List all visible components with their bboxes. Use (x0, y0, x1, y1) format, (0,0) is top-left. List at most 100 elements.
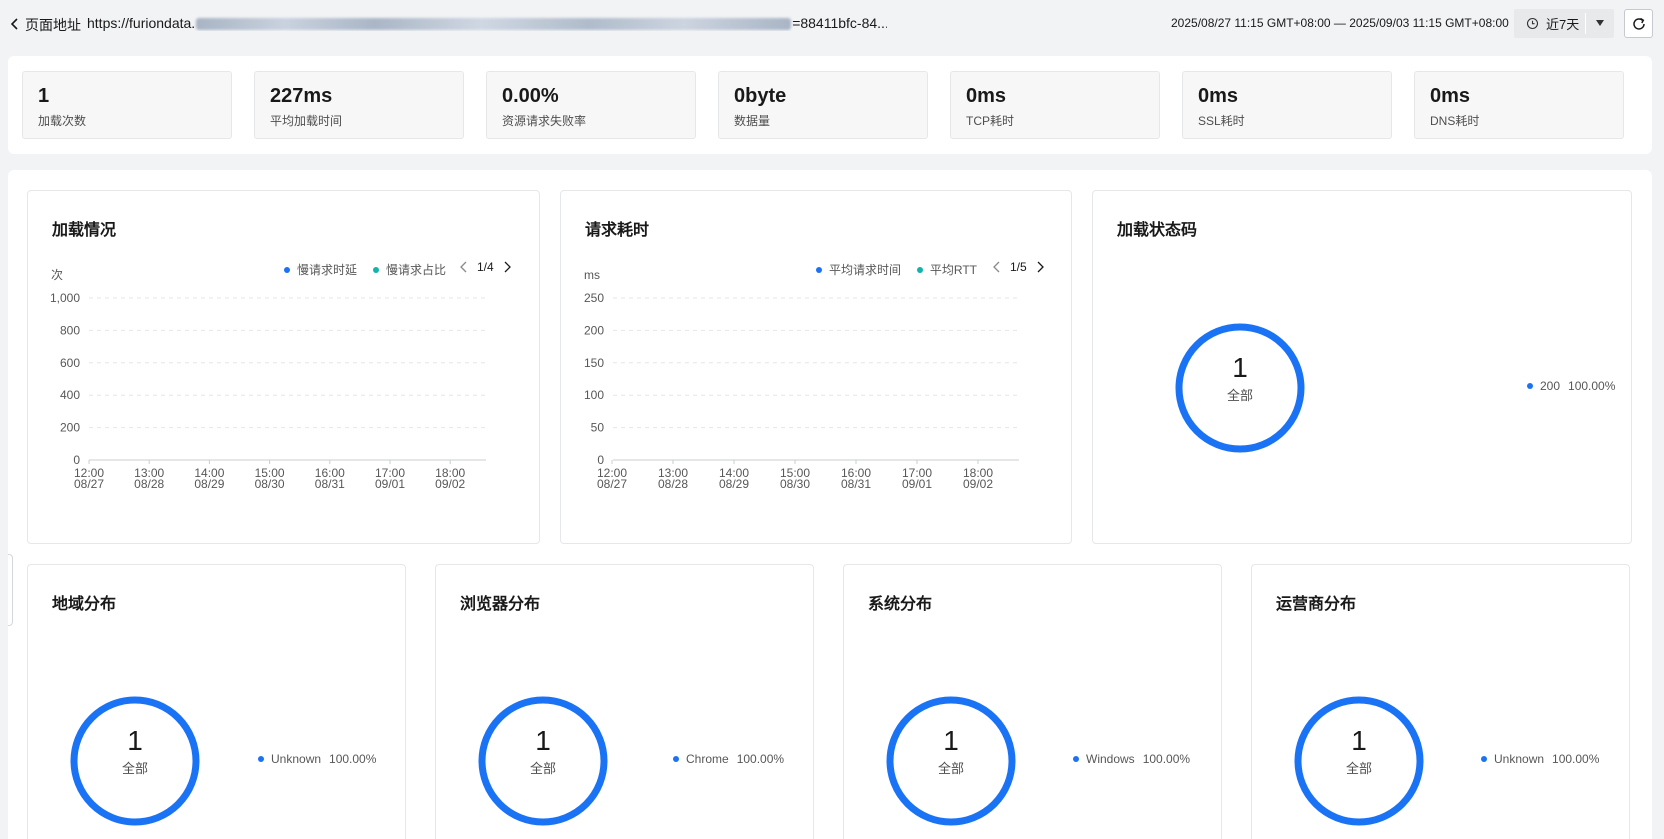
donut-caption: 全部 (1345, 761, 1372, 776)
donut-caption: 全部 (529, 761, 556, 776)
donut-center: 1 全部 (891, 726, 1011, 777)
y-tick-label: 200 (60, 421, 80, 435)
x-tick-label: 09/01 (375, 477, 405, 491)
caret-down-icon[interactable] (1596, 20, 1604, 26)
donut-caption: 全部 (121, 761, 148, 776)
x-tick-label: 08/31 (841, 477, 871, 491)
stat-card-failure-rate: 0.00% 资源请求失败率 (486, 71, 696, 139)
y-tick-label: 0 (73, 453, 80, 467)
browser-card: 浏览器分布 1 全部 Chrome 100.00% (435, 564, 814, 839)
stat-value: 0.00% (502, 85, 559, 107)
x-tick-label: 08/31 (315, 477, 345, 491)
url-suffix: =88411bfc-84... (792, 15, 887, 31)
donut-legend-item[interactable]: Chrome 100.00% (673, 752, 784, 766)
y-tick-label: 800 (60, 323, 80, 337)
legend-percent: 100.00% (1568, 379, 1616, 393)
region-card: 地域分布 1 全部 Unknown 100.00% (27, 564, 406, 839)
donut-center: 1 全部 (1299, 726, 1419, 777)
y-tick-label: 250 (584, 291, 604, 305)
stats-panel: 1 加载次数 227ms 平均加载时间 0.00% 资源请求失败率 0byte … (8, 56, 1652, 154)
axis-unit-label: ms (584, 268, 600, 282)
donut-center: 1 全部 (483, 726, 603, 777)
legend-label: Unknown (271, 752, 322, 766)
top-bar: 页面地址 https://furiondata. =88411bfc-84... … (0, 0, 1664, 48)
status-code-donut (1175, 323, 1305, 453)
refresh-button[interactable] (1624, 9, 1653, 38)
y-tick-label: 100 (584, 388, 604, 402)
axis-unit-label: 次 (51, 268, 63, 282)
load-chart-card: 加载情况 慢请求时延 慢请求占比 1/4 次 1,000 800 600 400 200 0… (27, 190, 540, 544)
page-url: https://furiondata. =88411bfc-84... (87, 15, 887, 31)
y-tick-label: 400 (60, 388, 80, 402)
carrier-donut (1294, 696, 1424, 826)
x-tick-label: 08/30 (255, 477, 285, 491)
region-donut (70, 696, 200, 826)
y-tick-label: 0 (597, 453, 604, 467)
time-range-text: 2025/08/27 11:15 GMT+08:00 — 2025/09/03 … (1171, 16, 1509, 30)
carrier-card: 运营商分布 1 全部 Unknown 100.00% (1251, 564, 1630, 839)
legend-label: 200 (1540, 379, 1561, 393)
stat-label: SSL耗时 (1198, 114, 1245, 128)
select-divider (1585, 13, 1586, 34)
clock-icon (1526, 17, 1539, 30)
donut-caption: 全部 (1226, 388, 1253, 403)
stat-card-tcp: 0ms TCP耗时 (950, 71, 1160, 139)
period-label: 近7天 (1546, 17, 1580, 32)
status-code-card: 加载状态码 1 全部 200 100.00% (1092, 190, 1632, 544)
legend-dot (1527, 383, 1533, 389)
x-tick-label: 09/02 (963, 477, 993, 491)
legend-label: Unknown (1494, 752, 1545, 766)
stat-card-avg-load-time: 227ms 平均加载时间 (254, 71, 464, 139)
legend-dot (1481, 756, 1487, 762)
x-tick-label: 08/28 (134, 477, 164, 491)
x-tick-label: 08/27 (597, 477, 627, 491)
x-tick-label: 08/30 (780, 477, 810, 491)
y-tick-label: 600 (60, 356, 80, 370)
browser-donut (478, 696, 608, 826)
legend-percent: 100.00% (1552, 752, 1600, 766)
x-tick-label: 08/27 (74, 477, 104, 491)
donut-total: 1 (1232, 352, 1248, 383)
stat-value: 0byte (734, 85, 787, 107)
request-chart-card: 请求耗时 平均请求时间 平均RTT 1/5 ms 250 200 150 100 50 0 1… (560, 190, 1072, 544)
legend-percent: 100.00% (329, 752, 377, 766)
stat-value: 0ms (1430, 85, 1471, 107)
y-tick-label: 50 (591, 421, 605, 435)
legend-dot (1073, 756, 1079, 762)
y-tick-label: 150 (584, 356, 604, 370)
stat-card-load-count: 1 加载次数 (22, 71, 232, 139)
legend-dot (673, 756, 679, 762)
legend-dot (258, 756, 264, 762)
x-tick-label: 09/02 (435, 477, 465, 491)
donut-legend-item[interactable]: 200 100.00% (1527, 379, 1615, 393)
donut-total: 1 (127, 725, 143, 756)
donut-legend-item[interactable]: Unknown 100.00% (258, 752, 376, 766)
x-tick-label: 08/28 (658, 477, 688, 491)
stat-label: 资源请求失败率 (502, 114, 587, 128)
donut-caption: 全部 (937, 761, 964, 776)
stat-card-ssl: 0ms SSL耗时 (1182, 71, 1392, 139)
stat-value: 227ms (270, 85, 333, 107)
period-select[interactable]: 近7天 (1514, 9, 1614, 38)
donut-total: 1 (1351, 725, 1367, 756)
back-arrow-icon[interactable] (8, 16, 22, 32)
stat-value: 1 (38, 85, 50, 107)
x-tick-label: 08/29 (194, 477, 224, 491)
url-prefix: https://furiondata. (87, 15, 196, 31)
stat-label: 加载次数 (38, 114, 87, 128)
refresh-icon (1632, 17, 1645, 30)
legend-percent: 100.00% (1142, 752, 1191, 766)
donut-center: 1 全部 (1180, 353, 1300, 404)
donut-legend-item[interactable]: Unknown 100.00% (1481, 752, 1599, 766)
x-tick-label: 08/29 (719, 477, 749, 491)
stat-label: 平均加载时间 (270, 114, 343, 128)
stat-label: TCP耗时 (966, 114, 1015, 128)
stat-label: DNS耗时 (1430, 114, 1480, 128)
legend-percent: 100.00% (736, 752, 785, 766)
side-collapse-handle[interactable] (8, 554, 13, 626)
stat-value: 0ms (1198, 85, 1239, 107)
y-tick-label: 200 (584, 323, 604, 337)
donut-legend-item[interactable]: Windows 100.00% (1073, 752, 1190, 766)
legend-label: Windows (1086, 752, 1135, 766)
stat-label: 数据量 (734, 114, 771, 128)
